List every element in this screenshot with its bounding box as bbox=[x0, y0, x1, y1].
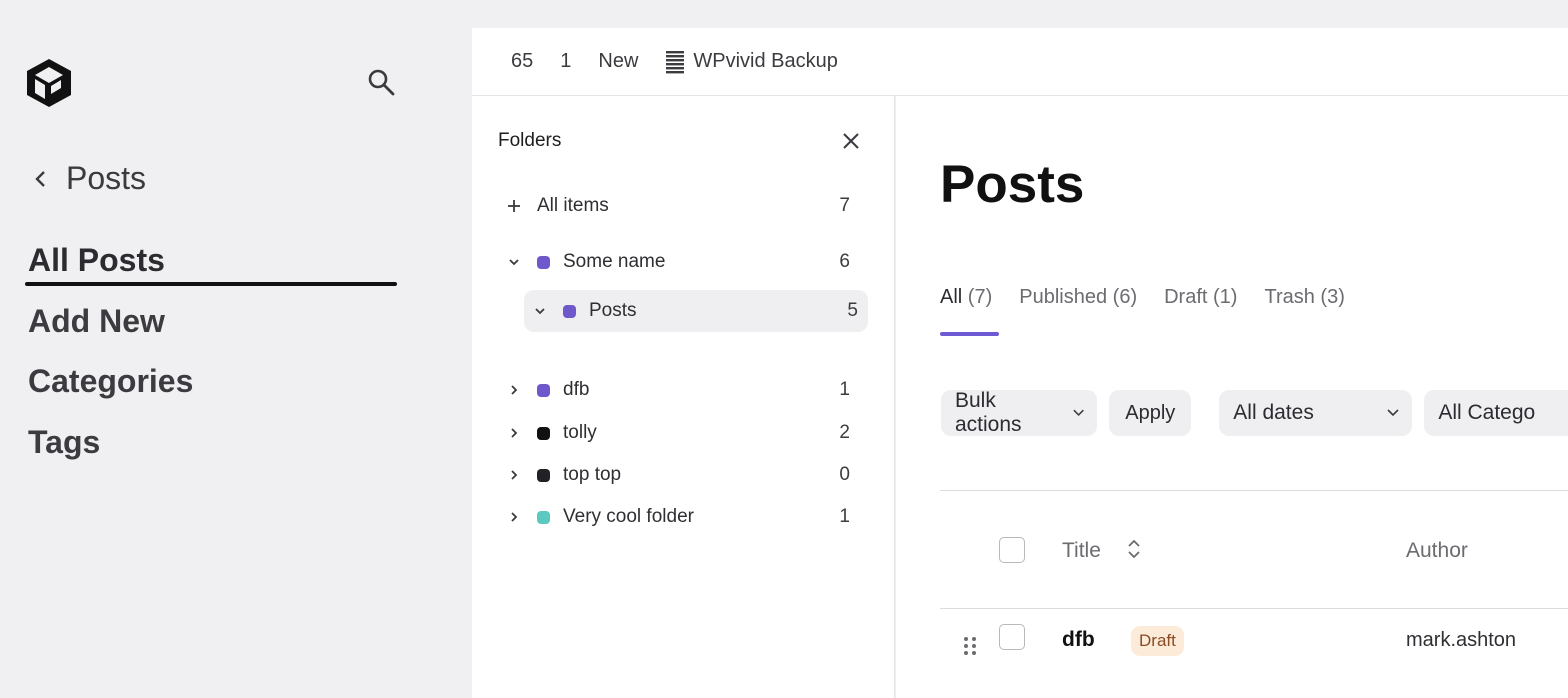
tab-label: Draft bbox=[1164, 286, 1208, 308]
folder-count: 0 bbox=[839, 464, 850, 485]
search-icon[interactable] bbox=[366, 67, 396, 97]
tab-label: All bbox=[940, 286, 963, 308]
folder-count: 5 bbox=[847, 300, 858, 321]
folder-very-cool-folder[interactable]: Very cool folder 1 bbox=[504, 497, 864, 537]
select-value: Bulk actions bbox=[955, 389, 1022, 436]
comments-count[interactable]: 1 bbox=[560, 50, 571, 73]
folder-label: Very cool folder bbox=[563, 506, 694, 527]
tab-count: (6) bbox=[1112, 286, 1138, 308]
column-header-title[interactable]: Title bbox=[1062, 539, 1101, 563]
tab-count: (7) bbox=[967, 286, 993, 308]
select-value: All dates bbox=[1233, 401, 1314, 424]
tab-label: Trash bbox=[1264, 286, 1315, 308]
row-checkbox[interactable] bbox=[999, 624, 1025, 650]
folder-count: 6 bbox=[839, 251, 850, 272]
sort-icon[interactable] bbox=[1125, 536, 1143, 562]
apply-button[interactable]: Apply bbox=[1109, 390, 1192, 436]
updates-count[interactable]: 65 bbox=[511, 50, 533, 73]
back-label: Posts bbox=[66, 160, 147, 196]
chevron-right-icon[interactable] bbox=[504, 423, 524, 443]
site-logo-icon[interactable] bbox=[24, 58, 74, 108]
folder-all-items[interactable]: All items 7 bbox=[504, 186, 864, 226]
admin-topbar: 65 1 New WPvivid Backup bbox=[472, 28, 1568, 96]
chevron-down-icon[interactable] bbox=[530, 301, 550, 321]
sidebar-item-add-new[interactable]: Add New bbox=[28, 297, 400, 358]
plus-icon[interactable] bbox=[504, 196, 524, 216]
folder-color-dot bbox=[537, 255, 550, 269]
posts-main: Posts All (7) Published (6) Draft (1) Tr… bbox=[896, 96, 1568, 698]
tab-published[interactable]: Published (6) bbox=[1019, 286, 1137, 309]
post-title-link[interactable]: dfb bbox=[1062, 628, 1095, 652]
tab-count: (1) bbox=[1213, 286, 1238, 308]
new-content-link[interactable]: New bbox=[598, 50, 638, 73]
tab-draft[interactable]: Draft (1) bbox=[1164, 286, 1237, 309]
select-all-checkbox[interactable] bbox=[999, 537, 1025, 563]
folder-color-dot bbox=[537, 468, 550, 482]
filters-bar: Bulk actions Apply All dates All Catego bbox=[941, 389, 1568, 436]
folder-count: 1 bbox=[839, 379, 850, 400]
folder-color-dot bbox=[537, 426, 550, 440]
chevron-down-icon bbox=[1073, 409, 1084, 416]
sidebar-item-tags[interactable]: Tags bbox=[28, 418, 400, 479]
folder-color-dot bbox=[563, 304, 576, 318]
sidebar-item-all-posts[interactable]: All Posts bbox=[28, 236, 400, 297]
active-nav-underline bbox=[25, 282, 397, 286]
folder-label: top top bbox=[563, 464, 622, 485]
chevron-right-icon[interactable] bbox=[504, 380, 524, 400]
sidebar-nav: All Posts Add New Categories Tags bbox=[25, 236, 400, 479]
folder-color-dot bbox=[537, 510, 550, 524]
tab-trash[interactable]: Trash (3) bbox=[1264, 286, 1344, 309]
active-tab-underline bbox=[940, 332, 999, 336]
chevron-left-icon bbox=[35, 170, 45, 187]
folder-count: 2 bbox=[839, 422, 850, 443]
backup-label: WPvivid Backup bbox=[693, 50, 838, 72]
chevron-down-icon[interactable] bbox=[504, 252, 524, 272]
chevron-right-icon[interactable] bbox=[504, 507, 524, 527]
folder-tolly[interactable]: tolly 2 bbox=[504, 413, 864, 453]
folder-label: tolly bbox=[563, 422, 597, 443]
folder-label: All items bbox=[537, 195, 609, 216]
status-tabs: All (7) Published (6) Draft (1) Trash (3… bbox=[940, 286, 1372, 309]
folders-panel: Folders All items 7 Some name 6 Posts 5 … bbox=[472, 96, 895, 698]
select-value: All Catego bbox=[1438, 401, 1536, 424]
folder-label: dfb bbox=[563, 379, 590, 400]
folder-dfb[interactable]: dfb 1 bbox=[504, 370, 864, 410]
sidebar-item-categories[interactable]: Categories bbox=[28, 357, 400, 418]
chevron-down-icon bbox=[1387, 409, 1399, 417]
categories-select[interactable]: All Catego bbox=[1424, 390, 1568, 436]
folder-count: 1 bbox=[839, 506, 850, 527]
post-author-link[interactable]: mark.ashton bbox=[1406, 629, 1516, 652]
wpvivid-backup-link[interactable]: WPvivid Backup bbox=[665, 50, 838, 74]
drag-handle-icon[interactable] bbox=[961, 634, 979, 658]
folder-some-name[interactable]: Some name 6 bbox=[504, 242, 864, 282]
table-top-border bbox=[940, 490, 1568, 491]
folder-color-dot bbox=[537, 383, 550, 397]
folder-top-top[interactable]: top top 0 bbox=[504, 455, 864, 495]
close-icon[interactable] bbox=[840, 130, 862, 152]
status-badge: Draft bbox=[1131, 626, 1184, 656]
dates-select[interactable]: All dates bbox=[1219, 390, 1413, 436]
tab-count: (3) bbox=[1320, 286, 1345, 308]
admin-sidebar: Posts All Posts Add New Categories Tags bbox=[0, 0, 472, 698]
backup-icon bbox=[666, 50, 685, 73]
tab-label: Published bbox=[1019, 286, 1108, 308]
tab-all[interactable]: All (7) bbox=[940, 286, 992, 309]
bulk-actions-select[interactable]: Bulk actions bbox=[941, 389, 1098, 436]
chevron-right-icon[interactable] bbox=[504, 465, 524, 485]
folders-title: Folders bbox=[498, 130, 562, 151]
folder-count: 7 bbox=[839, 195, 850, 216]
folder-label: Some name bbox=[563, 251, 666, 272]
page-title: Posts bbox=[940, 155, 1085, 214]
back-to-posts-link[interactable]: Posts bbox=[28, 160, 146, 197]
table-header-border bbox=[940, 608, 1568, 609]
folder-posts[interactable]: Posts 5 bbox=[524, 290, 868, 332]
column-header-author[interactable]: Author bbox=[1406, 539, 1468, 563]
folder-label: Posts bbox=[589, 300, 637, 321]
